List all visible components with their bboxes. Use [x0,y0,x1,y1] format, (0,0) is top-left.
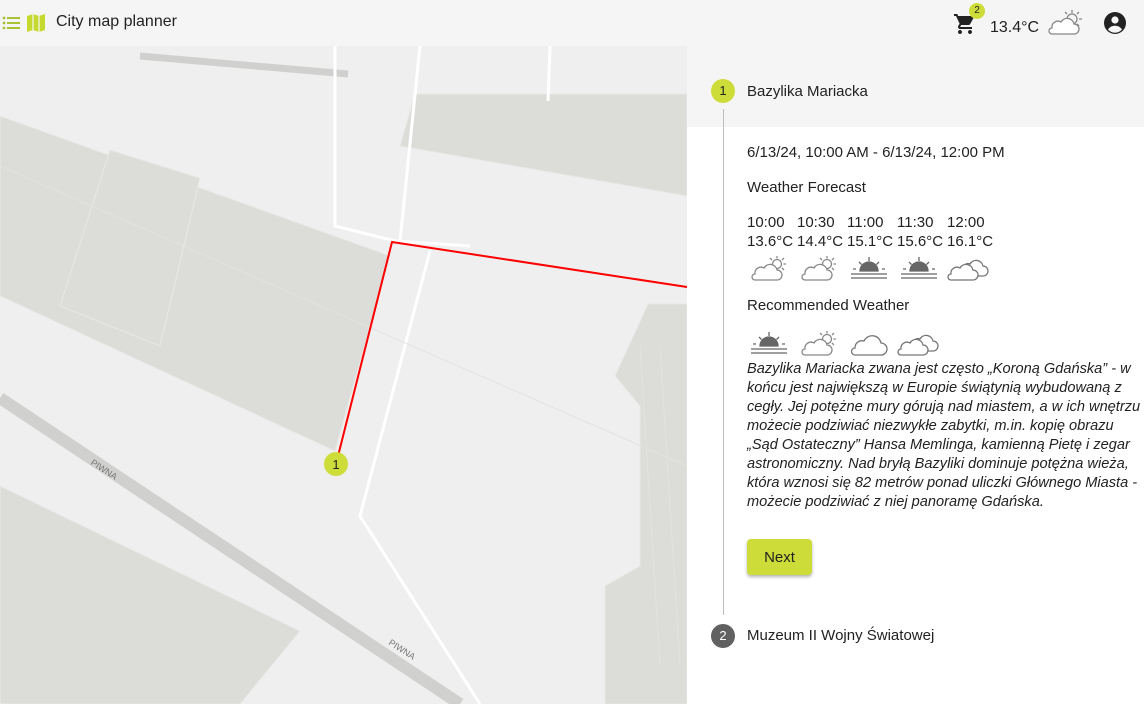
step-title[interactable]: Bazylika Mariacka [747,83,868,100]
menu-icon[interactable] [2,13,22,33]
forecast-time: 12:00 [947,214,985,231]
forecast-item: 12:00 16.1°C [947,214,997,287]
partly-cloudy-icon [801,331,836,356]
map-icon [25,12,47,34]
step-number-badge: 1 [711,79,735,103]
cloudy-icon [947,259,989,281]
itinerary-stepper: 1 Bazylika Mariacka 6/13/24, 10:00 AM - … [687,46,1144,704]
visit-time-range: 6/13/24, 10:00 AM - 6/13/24, 12:00 PM [747,144,1005,161]
forecast-item: 11:00 15.1°C [847,214,897,287]
sunrise-icon [751,332,787,354]
partly-cloudy-icon [801,256,836,281]
app-title: City map planner [56,13,177,30]
step-connector-line [723,109,724,615]
next-button[interactable]: Next [747,539,812,575]
account-circle-icon[interactable] [1103,11,1127,35]
current-temperature: 13.4°C [990,19,1040,36]
place-description: Bazylika Mariacka zwana jest często „Kor… [747,361,1141,510]
forecast-item: 11:30 15.6°C [897,214,947,287]
map-view[interactable]: PIWNA PIWNA 1 [0,46,687,704]
forecast-temp: 15.6°C [897,233,944,250]
sunrise-icon [901,257,937,279]
recommended-weather-heading: Recommended Weather [747,297,910,314]
forecast-time: 10:00 [747,214,785,231]
forecast-item: 10:30 14.4°C [797,214,847,287]
step-title[interactable]: Muzeum II Wojny Światowej [747,627,934,644]
forecast-time: 11:30 [897,214,934,231]
forecast-temp: 13.6°C [747,233,794,250]
cart-count-badge: 2 [969,3,985,19]
map-canvas[interactable]: PIWNA PIWNA 1 [0,46,687,704]
step-number-badge: 2 [711,624,735,648]
top-toolbar: City map planner 2 13.4°C [0,0,1144,46]
forecast-temp: 16.1°C [947,233,994,250]
forecast-temp: 14.4°C [797,233,844,250]
cloud-icon [850,335,888,356]
forecast-time: 10:30 [797,214,835,231]
forecast-heading: Weather Forecast [747,179,866,196]
forecast-item: 10:00 13.6°C [747,214,797,287]
sunrise-icon [851,257,887,279]
forecast-time: 11:00 [847,214,884,231]
map-marker-label: 1 [332,457,339,472]
cloudy-icon [897,334,939,356]
forecast-temp: 15.1°C [847,233,894,250]
partly-cloudy-icon [751,256,786,281]
partly-cloudy-icon [1046,8,1086,38]
